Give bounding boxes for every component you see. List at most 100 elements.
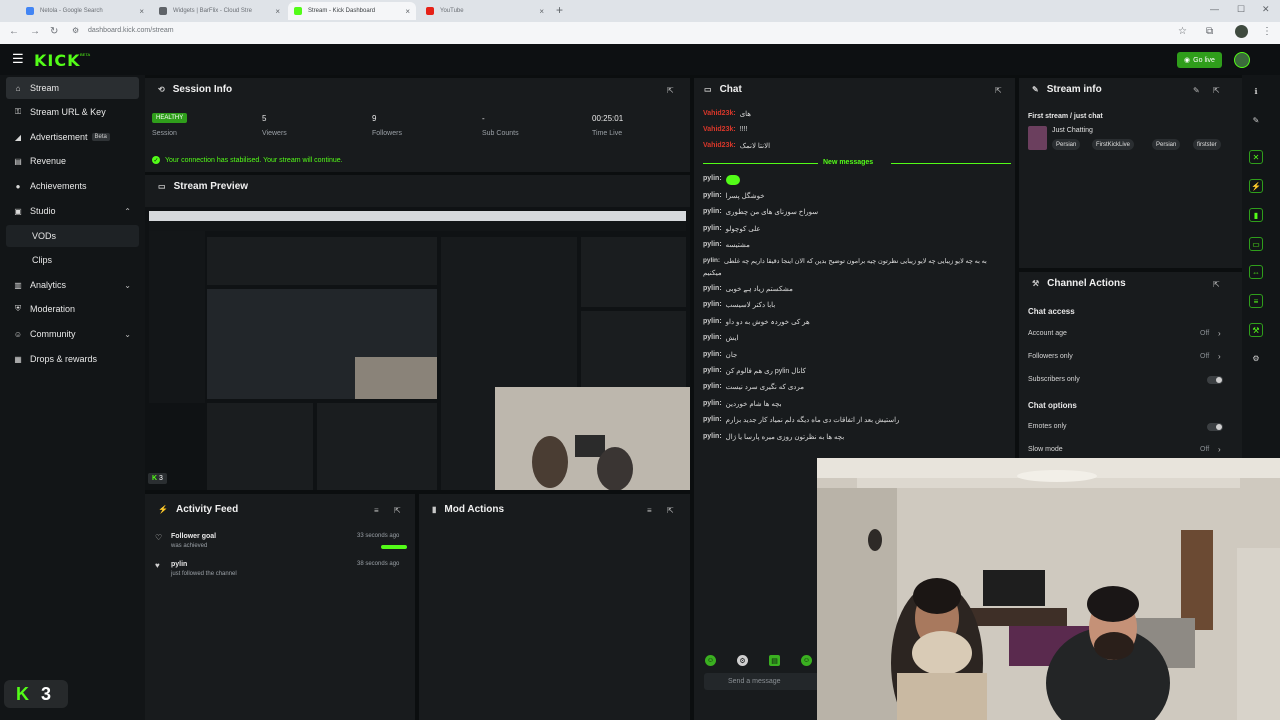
chat-username[interactable]: pylin: <box>703 241 722 249</box>
chevron-right-icon[interactable]: › <box>1218 445 1221 454</box>
edit-icon[interactable]: ✎ <box>1193 86 1200 95</box>
subscribers-only-toggle[interactable] <box>1207 376 1223 384</box>
window-close-icon[interactable]: ✕ <box>1262 4 1270 15</box>
emotes-only-toggle[interactable] <box>1207 423 1223 431</box>
chat-username[interactable]: pylin: <box>703 334 722 342</box>
browser-tab-youtube[interactable]: YouTube × <box>420 2 550 20</box>
info-icon[interactable]: ℹ <box>1249 84 1263 98</box>
settings-icon[interactable]: ⚙ <box>737 655 748 666</box>
chat-username[interactable]: pylin: <box>703 225 722 233</box>
subs-value: - <box>482 114 485 123</box>
sidebar-item-achievements[interactable]: ● Achievements <box>6 175 139 197</box>
preview-icon: ▭ <box>158 182 166 191</box>
go-live-button[interactable]: ◉ Go live <box>1177 52 1222 68</box>
stream-tag[interactable]: FirstKickLive <box>1092 139 1135 150</box>
stream-tag[interactable]: Persian <box>1052 139 1081 150</box>
reload-icon[interactable]: ↻ <box>50 26 58 37</box>
wrench-tool-icon[interactable]: ⚒ <box>1249 323 1263 337</box>
chat-username[interactable]: Vahid23k: <box>703 142 736 150</box>
bolt-tool-icon[interactable]: ⚡ <box>1249 179 1263 193</box>
followers-only-setting[interactable]: Followers only <box>1028 353 1073 360</box>
browser-tab-google[interactable]: Netola - Google Search × <box>20 2 150 20</box>
chat-username[interactable]: pylin: <box>703 285 722 293</box>
sidebar-item-studio[interactable]: ▣ Studio ⌃ <box>6 200 139 222</box>
sidebar-item-label: Advertisement <box>30 132 88 142</box>
minimize-icon[interactable]: — <box>1210 4 1219 14</box>
sidebar-item-drops-rewards[interactable]: ▦ Drops & rewards <box>6 348 139 370</box>
sidebar-item-stream-url-key[interactable]: ⚿ Stream URL & Key <box>6 101 139 123</box>
chat-username[interactable]: pylin: <box>703 416 722 424</box>
stream-tag[interactable]: firstster <box>1193 139 1221 150</box>
chat-tool-icon[interactable]: ▭ <box>1249 237 1263 251</box>
bookmark-star-icon[interactable]: ☆ <box>1178 26 1187 37</box>
sidebar-item-community[interactable]: ☺ Community ⌄ <box>6 323 139 345</box>
chat-username[interactable]: pylin: <box>703 318 722 326</box>
popout-icon[interactable]: ⇱ <box>995 86 1002 95</box>
emote-icon <box>725 175 740 185</box>
video-tool-icon[interactable]: ⇔ <box>1249 265 1263 279</box>
extensions-icon[interactable]: ⧉ <box>1206 26 1213 37</box>
list-tool-icon[interactable]: ≡ <box>1249 294 1263 308</box>
close-icon[interactable]: × <box>405 7 410 16</box>
maximize-icon[interactable]: ☐ <box>1237 4 1245 15</box>
browser-profile-avatar[interactable] <box>1235 25 1248 38</box>
account-age-value: Off <box>1200 330 1210 337</box>
close-icon[interactable]: × <box>139 7 144 16</box>
chevron-right-icon[interactable]: › <box>1218 352 1221 361</box>
popout-icon[interactable]: ⇱ <box>1213 86 1220 95</box>
chevron-right-icon[interactable]: › <box>1218 329 1221 338</box>
chat-username[interactable]: pylin: <box>703 208 722 216</box>
forward-icon[interactable]: → <box>30 26 40 37</box>
hamburger-menu-icon[interactable]: ☰ <box>12 51 24 67</box>
sidebar-item-stream[interactable]: ⌂ Stream <box>6 77 139 99</box>
pencil-icon[interactable]: ✎ <box>1249 113 1263 127</box>
browser-tab-kick[interactable]: Stream - Kick Dashboard × <box>288 2 416 20</box>
chat-username[interactable]: pylin: <box>703 301 722 309</box>
close-icon[interactable]: × <box>275 7 280 16</box>
sidebar-item-clips[interactable]: Clips <box>6 249 139 271</box>
filter-icon[interactable]: ≡ <box>374 506 379 515</box>
popout-icon[interactable]: ⇱ <box>394 506 401 515</box>
close-icon[interactable]: × <box>539 7 544 16</box>
back-icon[interactable]: ← <box>9 26 19 37</box>
popout-icon[interactable]: ⇱ <box>1213 280 1220 289</box>
panel-title: Activity Feed <box>175 504 239 515</box>
chat-username[interactable]: pylin: <box>703 175 722 185</box>
shield-tool-icon[interactable]: ✕ <box>1249 150 1263 164</box>
popout-icon[interactable]: ⇱ <box>667 86 674 95</box>
chat-username[interactable]: Vahid23k: <box>703 126 736 133</box>
layout-icon[interactable]: ⚙ <box>1249 351 1263 365</box>
stream-tag[interactable]: Persian <box>1152 139 1181 150</box>
chat-username[interactable]: pylin: <box>703 351 722 359</box>
browser-tab-widgets[interactable]: Widgets | BarFlix - Cloud Stre × <box>153 2 286 20</box>
account-age-setting[interactable]: Account age <box>1028 330 1067 337</box>
chat-username[interactable]: pylin: <box>703 400 722 408</box>
sidebar-item-vods[interactable]: VODs <box>6 225 139 247</box>
sidebar-item-analytics[interactable]: ▥ Analytics ⌄ <box>6 274 139 296</box>
browser-menu-icon[interactable]: ⋮ <box>1262 26 1272 37</box>
filter-icon[interactable]: ≡ <box>647 506 652 515</box>
sidebar-item-moderation[interactable]: ⛨ Moderation <box>6 298 139 320</box>
stream-preview-video[interactable] <box>145 207 690 490</box>
chat-username[interactable]: pylin: <box>703 367 722 375</box>
poll-icon[interactable]: ▤ <box>769 655 780 666</box>
chat-emote-icon[interactable]: ☺ <box>801 655 812 666</box>
stream-category[interactable]: Just Chatting <box>1052 127 1093 134</box>
url-field[interactable]: dashboard.kick.com/stream <box>88 27 174 34</box>
slow-mode-setting[interactable]: Slow mode <box>1028 446 1063 453</box>
new-tab-button[interactable]: + <box>556 3 563 17</box>
chat-username[interactable]: pylin: <box>703 192 722 200</box>
sidebar-item-advertisement[interactable]: ◢ Advertisement Beta <box>6 126 139 148</box>
user-avatar[interactable] <box>1234 52 1250 68</box>
chat-username[interactable]: pylin: <box>703 383 722 391</box>
site-info-icon[interactable]: ⚙ <box>72 26 79 35</box>
chat-username[interactable]: pylin: <box>703 257 720 265</box>
chat-username[interactable]: Vahid23k: <box>703 110 736 118</box>
chat-username[interactable]: pylin: <box>703 433 722 441</box>
emote-picker-icon[interactable]: ☺ <box>705 655 716 666</box>
mod-tool-icon[interactable]: ▮ <box>1249 208 1263 222</box>
sidebar-item-revenue[interactable]: ▤ Revenue <box>6 150 139 172</box>
logo-beta-label: BETA <box>80 52 91 57</box>
kick-logo[interactable]: KICK <box>34 51 81 70</box>
popout-icon[interactable]: ⇱ <box>667 506 674 515</box>
